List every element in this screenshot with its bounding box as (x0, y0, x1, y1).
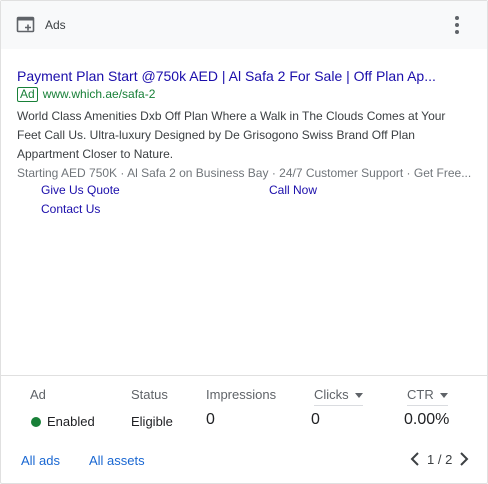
header-ad: Ad (30, 387, 46, 402)
ad-url-row: Ad www.which.ae/safa-2 (17, 86, 477, 102)
sitelink-call-now[interactable]: Call Now (269, 183, 317, 197)
card-title: Ads (45, 18, 66, 32)
header-ctr-label: CTR (407, 387, 434, 402)
ad-headline-link[interactable]: Payment Plan Start @750k AED | Al Safa 2… (17, 68, 469, 84)
caret-down-icon (439, 393, 448, 399)
header-clicks-sort[interactable]: Clicks (314, 387, 363, 406)
ad-status-value: Enabled (47, 414, 95, 429)
add-to-queue-icon (16, 16, 35, 33)
more-vert-icon[interactable] (447, 13, 467, 37)
ad-display-url: www.which.ae/safa-2 (42, 87, 156, 101)
ad-badge: Ad (17, 86, 38, 102)
header-status: Status (131, 387, 168, 402)
ad-status-cell: Enabled (31, 414, 95, 429)
header-clicks-label: Clicks (314, 387, 349, 402)
chevron-right-icon[interactable] (455, 449, 473, 469)
metrics-table: Ad Status Impressions Clicks CTR Enabled… (1, 376, 487, 436)
all-assets-link[interactable]: All assets (89, 453, 145, 468)
header-impressions: Impressions (206, 387, 277, 402)
sitelink-contact-us[interactable]: Contact Us (41, 202, 100, 216)
status-value: Eligible (131, 414, 173, 429)
ctr-value: 0.00% (404, 411, 450, 428)
ad-preview: Payment Plan Start @750k AED | Al Safa 2… (17, 68, 477, 223)
caret-down-icon (354, 393, 363, 399)
sitelinks: Give Us Quote Call Now Contact Us (17, 183, 477, 223)
ads-card: Ads Payment Plan Start @750k AED | Al Sa… (0, 0, 488, 484)
header-ctr-sort[interactable]: CTR (407, 387, 448, 406)
impressions-value: 0 (206, 411, 215, 428)
sitelink-give-us-quote[interactable]: Give Us Quote (41, 183, 120, 197)
enabled-status-dot-icon (31, 417, 41, 427)
ad-extensions: Starting AED 750K · Al Safa 2 on Busines… (17, 166, 472, 180)
page-indicator: 1 / 2 (427, 451, 453, 467)
clicks-value: 0 (311, 411, 320, 428)
card-footer: All ads All assets 1 / 2 (1, 444, 487, 474)
all-ads-link[interactable]: All ads (21, 453, 60, 468)
card-header: Ads (1, 1, 487, 49)
pager: 1 / 2 (406, 448, 473, 470)
ad-description: World Class Amenities Dxb Off Plan Where… (17, 109, 446, 161)
chevron-left-icon[interactable] (406, 449, 424, 469)
